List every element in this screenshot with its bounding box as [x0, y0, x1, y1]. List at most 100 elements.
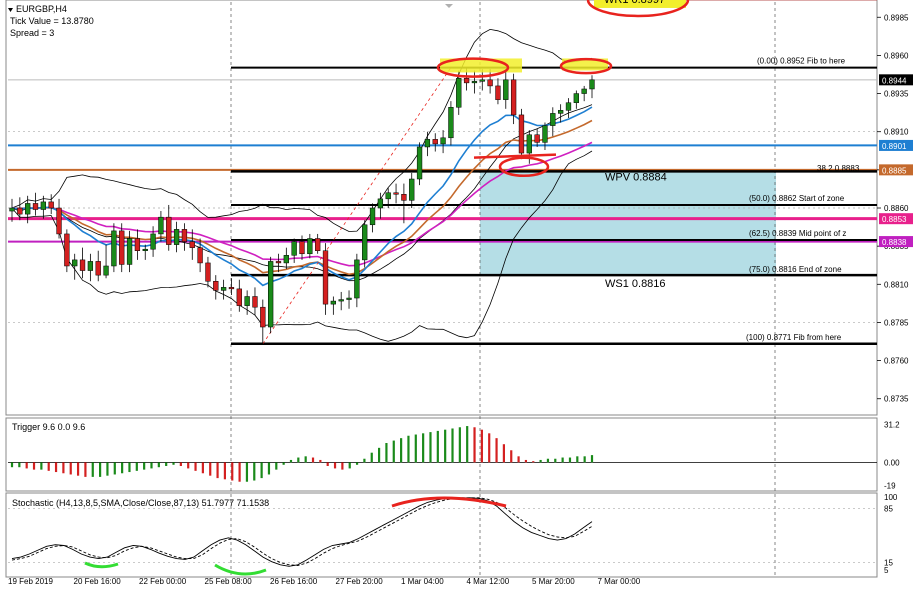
- candle-body: [315, 238, 321, 251]
- candle-body: [236, 288, 242, 306]
- candle-body: [283, 255, 289, 264]
- candle-body: [448, 107, 454, 139]
- price-tick-label: 0.8910: [884, 128, 909, 137]
- candle-body: [526, 134, 532, 154]
- time-tick-label: 25 Feb 08:00: [205, 577, 253, 585]
- candle-body: [220, 287, 227, 291]
- candle-body: [173, 229, 180, 245]
- candle-body: [346, 297, 352, 300]
- candle-body: [534, 134, 540, 143]
- price-tick-label: 0.8760: [884, 357, 909, 366]
- candle-body: [291, 241, 297, 256]
- stochastic-tick-label: 5: [884, 566, 889, 575]
- wpv-label: WPV 0.8884: [605, 171, 667, 183]
- candle-body: [95, 261, 101, 276]
- wr1-label: WR1 0.8997: [604, 0, 665, 6]
- price-tick-label: 0.8785: [884, 318, 909, 327]
- histogram-tick-label: -19: [884, 481, 896, 490]
- candle-body: [260, 306, 266, 328]
- candle-body: [166, 216, 172, 245]
- candle-body: [134, 238, 141, 251]
- candle-body: [385, 192, 391, 200]
- price-tick-label: 0.8960: [884, 51, 909, 60]
- candle-body: [495, 85, 501, 100]
- candle-body: [40, 201, 47, 210]
- candle-body: [142, 248, 148, 251]
- candle-body: [79, 259, 86, 271]
- candle-body: [573, 93, 579, 103]
- trigger-title: Trigger 9.6 0.0 9.6: [12, 422, 85, 432]
- candle-body: [518, 114, 525, 154]
- candle-body: [25, 203, 31, 215]
- candle-body: [440, 137, 446, 145]
- candle-body: [32, 203, 39, 210]
- time-tick-label: 1 Mar 04:00: [401, 577, 444, 585]
- candle-body: [354, 259, 360, 299]
- candle-body: [416, 146, 423, 180]
- candle-body: [338, 299, 344, 302]
- time-tick-label: 26 Feb 16:00: [270, 577, 318, 585]
- candle-body: [322, 250, 329, 305]
- candle-body: [557, 110, 564, 114]
- fib-100-label: (100) 0.8771 Fib from here: [746, 333, 842, 342]
- fib-zone: [480, 169, 776, 276]
- candle-body: [471, 81, 478, 84]
- price-tick-label: 0.8860: [884, 204, 909, 213]
- candle-body: [17, 207, 23, 215]
- candle-body: [56, 207, 62, 235]
- candle-body: [589, 79, 595, 90]
- spread: Spread = 3: [10, 28, 54, 38]
- candle-body: [330, 300, 337, 305]
- histogram-tick-label: 0.00: [884, 458, 900, 467]
- candle-body: [432, 139, 438, 145]
- ws1-label: WS1 0.8816: [605, 278, 666, 290]
- histogram-tick-label: 31.2: [884, 421, 900, 430]
- candle-body: [119, 230, 125, 265]
- fib-62-label: (62.5) 0.8839 Mid point of z: [749, 229, 846, 238]
- price-tag-label: 0.8853: [882, 215, 907, 224]
- price-tick-label: 0.8735: [884, 395, 909, 404]
- candle-body: [510, 79, 517, 116]
- candle-body: [487, 79, 493, 87]
- price-tick-label: 0.8810: [884, 280, 909, 289]
- candle-body: [111, 230, 117, 267]
- candle-body: [150, 233, 156, 250]
- chart-symbol: EURGBP,H4: [16, 4, 67, 14]
- candle-body: [362, 224, 368, 261]
- candle-body: [393, 192, 399, 195]
- time-tick-label: 19 Feb 2019: [8, 577, 53, 585]
- stochastic-title: Stochastic (H4,13,8,5,SMA,Close/Close,87…: [12, 498, 269, 508]
- fib-382-label: 38.2 0.8883: [817, 164, 860, 173]
- candle-body: [307, 238, 313, 255]
- candle-body: [409, 178, 415, 201]
- candle-body: [252, 296, 258, 308]
- candle-body: [267, 261, 274, 328]
- price-tick-label: 0.8985: [884, 13, 909, 22]
- candle-body: [299, 241, 305, 255]
- candle-body: [126, 238, 133, 265]
- time-tick-label: 4 Mar 12:00: [467, 577, 510, 585]
- candle-body: [197, 247, 203, 264]
- candle-body: [542, 125, 548, 143]
- fib-50-label: (50.0) 0.8862 Start of zone: [749, 194, 845, 203]
- price-tag-label: 0.8885: [882, 166, 907, 175]
- candle-body: [213, 280, 219, 291]
- stochastic-tick-label: 100: [884, 493, 898, 502]
- candle-body: [181, 229, 188, 242]
- fib-75-label: (75.0) 0.8816 End of zone: [749, 265, 842, 274]
- candle-body: [424, 139, 431, 148]
- candle-body: [550, 113, 556, 126]
- candle-body: [9, 207, 15, 212]
- fib-0-label: (0.00) 0.8952 Fib to here: [757, 57, 846, 66]
- candle-body: [103, 265, 109, 276]
- time-tick-label: 5 Mar 20:00: [532, 577, 575, 585]
- price-chart[interactable]: (0.00) 0.8952 Fib to here WPV 0.8884 38.2 …: [0, 0, 916, 586]
- candle-body: [479, 79, 485, 82]
- candle-body: [401, 194, 407, 201]
- candle-body: [456, 78, 462, 108]
- candle-body: [503, 79, 509, 100]
- candle-body: [189, 241, 195, 248]
- chart-window: (0.00) 0.8952 Fib to here WPV 0.8884 38.2 …: [0, 0, 916, 586]
- price-tag-label: 0.8838: [882, 238, 907, 247]
- time-tick-label: 7 Mar 00:00: [598, 577, 641, 585]
